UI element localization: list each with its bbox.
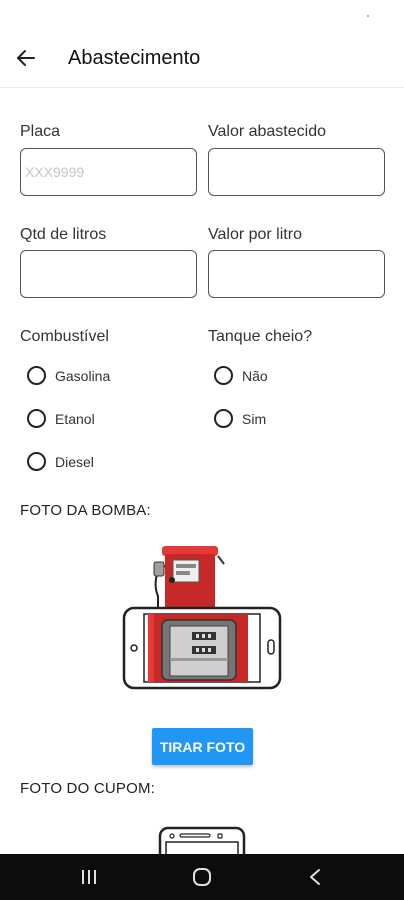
radio-diesel[interactable]: Diesel (27, 452, 94, 471)
phone-frame-icon (122, 606, 282, 690)
status-bar (0, 0, 404, 30)
radio-sim[interactable]: Sim (214, 409, 266, 428)
combustivel-label: Combustível (20, 328, 109, 345)
placa-label: Placa (20, 123, 61, 140)
radio-label-diesel: Diesel (55, 453, 94, 470)
radio-circle[interactable] (27, 409, 46, 428)
recents-icon (82, 870, 96, 884)
status-indicator (367, 15, 369, 17)
qtd-litros-label: Qtd de litros (20, 226, 107, 243)
page-title: Abastecimento (68, 47, 201, 69)
foto-bomba-label: FOTO DA BOMBA: (20, 502, 151, 519)
placa-input[interactable] (20, 148, 197, 196)
fuel-pump-phone-illustration (122, 546, 282, 690)
arrow-left-icon (17, 50, 35, 66)
tanque-cheio-label: Tanque cheio? (208, 328, 313, 345)
radio-gasolina[interactable]: Gasolina (27, 366, 110, 385)
valor-abastecido-label: Valor abastecido (208, 123, 326, 140)
radio-circle[interactable] (27, 452, 46, 471)
nav-back-button[interactable] (285, 854, 345, 900)
phone-receipt-illustration (158, 826, 246, 854)
valor-por-litro-input[interactable] (208, 250, 385, 298)
radio-circle[interactable] (27, 366, 46, 385)
radio-label-gasolina: Gasolina (55, 367, 111, 384)
radio-circle[interactable] (214, 366, 233, 385)
system-nav-bar (0, 854, 404, 900)
take-photo-button[interactable]: TIRAR FOTO (152, 728, 253, 765)
valor-por-litro-label: Valor por litro (208, 226, 302, 243)
form-content[interactable]: Placa Valor abastecido Qtd de litros Val… (0, 88, 404, 854)
qtd-litros-input[interactable] (20, 250, 197, 298)
recents-button[interactable] (59, 854, 119, 900)
foto-cupom-label: FOTO DO CUPOM: (20, 780, 156, 797)
radio-label-nao: Não (242, 367, 268, 384)
radio-circle[interactable] (214, 409, 233, 428)
home-button[interactable] (172, 854, 232, 900)
back-chevron-icon (310, 869, 320, 885)
app-bar: Abastecimento (0, 30, 404, 88)
radio-nao[interactable]: Não (214, 366, 268, 385)
radio-etanol[interactable]: Etanol (27, 409, 95, 428)
radio-label-etanol: Etanol (55, 410, 95, 427)
radio-label-sim: Sim (242, 410, 267, 427)
fuel-pump-icon (153, 546, 225, 614)
home-icon (193, 868, 211, 886)
valor-abastecido-input[interactable] (208, 148, 385, 196)
back-button[interactable] (10, 42, 42, 74)
